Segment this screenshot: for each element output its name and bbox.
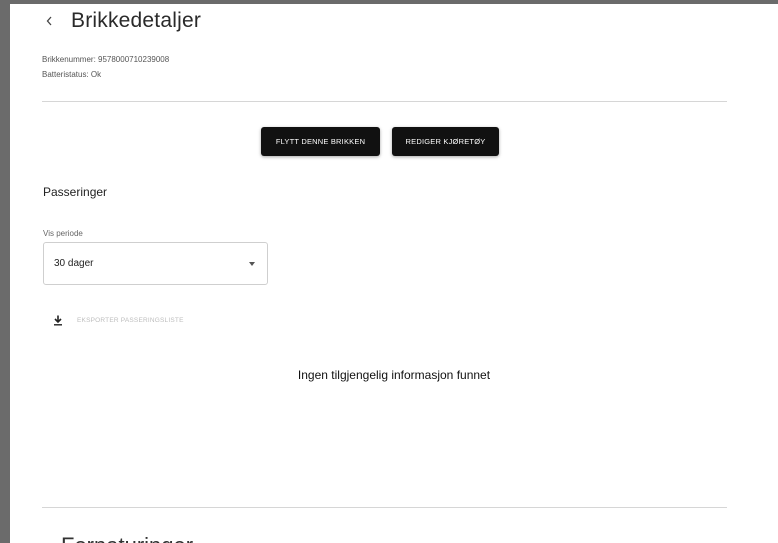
download-icon (53, 315, 63, 326)
page-header: Brikkedetaljer (40, 9, 201, 33)
page: Brikkedetaljer Brikkenummer: 95780007102… (10, 4, 778, 543)
period-select-value: 30 dager (54, 258, 94, 269)
divider (42, 507, 727, 508)
export-passages-label: EKSPORTER PASSERINGSLISTE (77, 317, 184, 324)
back-button[interactable] (40, 9, 58, 33)
caret-down-icon (249, 261, 255, 266)
divider (42, 101, 727, 102)
period-select[interactable]: 30 dager (43, 242, 268, 285)
export-passages-button[interactable]: EKSPORTER PASSERINGSLISTE (53, 315, 184, 326)
page-title: Brikkedetaljer (71, 9, 202, 32)
next-section-title: Fornaturinger (61, 533, 193, 543)
passages-title: Passeringer (43, 185, 108, 199)
chip-meta: Brikkenummer: 9578000710239008 Batterist… (42, 52, 169, 82)
empty-state-message: Ingen tilgjengelig informasjon funnet (297, 368, 491, 382)
action-buttons: FLYTT DENNE BRIKKEN REDIGER KJØRETØY (261, 127, 499, 156)
edit-vehicle-button[interactable]: REDIGER KJØRETØY (392, 127, 499, 156)
battery-status: Batteristatus: Ok (42, 70, 102, 79)
move-chip-button[interactable]: FLYTT DENNE BRIKKEN (261, 127, 380, 156)
chip-number: Brikkenummer: 9578000710239008 (42, 55, 170, 64)
period-label: Vis periode (43, 229, 83, 238)
chevron-left-icon (46, 16, 53, 26)
